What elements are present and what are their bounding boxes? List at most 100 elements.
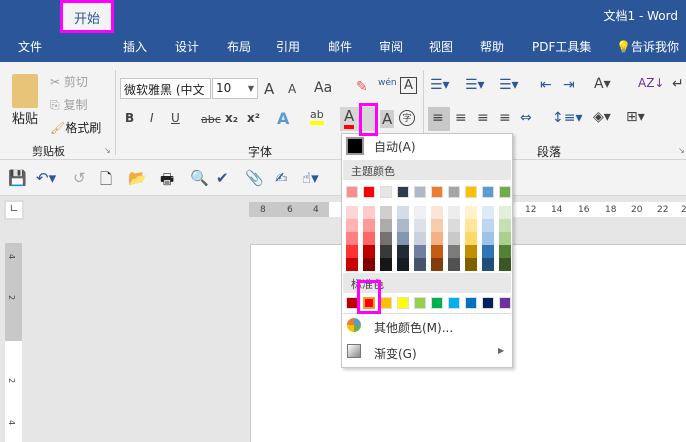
theme-shade-swatch[interactable] [363, 232, 375, 245]
standard-color-swatch[interactable] [431, 297, 443, 309]
bold-button[interactable]: B [125, 111, 134, 125]
underline-button[interactable]: U [171, 111, 180, 125]
clear-format-icon[interactable]: ✎ [356, 79, 368, 95]
tab-mailings[interactable]: 邮件 [328, 38, 352, 55]
theme-shade-swatch[interactable] [414, 258, 426, 271]
theme-shade-swatch[interactable] [431, 206, 443, 219]
undo-icon[interactable]: ↶▾ [36, 169, 56, 187]
standard-color-swatch[interactable] [414, 297, 426, 309]
theme-color-swatch[interactable] [414, 186, 426, 198]
auto-color-swatch[interactable] [346, 137, 364, 155]
theme-shade-swatch[interactable] [499, 206, 511, 219]
tab-layout[interactable]: 布局 [227, 38, 251, 55]
theme-shade-swatch[interactable] [499, 258, 511, 271]
numbering-icon[interactable]: ☰▾ [465, 77, 485, 93]
theme-shade-swatch[interactable] [465, 219, 477, 232]
more-colors-option[interactable]: 其他颜色(M)... [374, 319, 453, 336]
tab-insert[interactable]: 插入 [123, 38, 147, 55]
theme-shade-swatch[interactable] [346, 232, 358, 245]
print-icon[interactable]: 🖶 [160, 169, 174, 194]
theme-color-swatch[interactable] [346, 186, 358, 198]
theme-shade-swatch[interactable] [363, 206, 375, 219]
theme-shade-swatch[interactable] [397, 258, 409, 271]
theme-shade-swatch[interactable] [448, 206, 460, 219]
font-size-select[interactable]: 10 ▼ [212, 78, 258, 99]
theme-shade-swatch[interactable] [346, 206, 358, 219]
theme-shade-swatch[interactable] [482, 245, 494, 258]
theme-shade-swatch[interactable] [431, 219, 443, 232]
theme-color-swatch[interactable] [499, 186, 511, 198]
open-folder-icon[interactable]: 📂 [128, 169, 147, 187]
theme-shade-swatch[interactable] [397, 232, 409, 245]
highlight-icon[interactable]: ab [310, 108, 324, 125]
increase-indent-icon[interactable]: ⇥ [563, 77, 575, 93]
tab-home[interactable]: 开始 [60, 0, 114, 33]
asian-layout-icon[interactable]: A▾ [594, 76, 611, 92]
char-shading-icon[interactable]: A [380, 110, 395, 128]
theme-shade-swatch[interactable] [482, 232, 494, 245]
standard-color-swatch[interactable] [380, 297, 392, 309]
multilevel-list-icon[interactable]: ☰▾ [499, 77, 519, 93]
superscript-button[interactable]: x² [247, 111, 260, 125]
copy-button[interactable]: ⎘ 复制 [50, 96, 87, 113]
subscript-button[interactable]: x₂ [225, 111, 238, 125]
bullets-icon[interactable]: ☰▾ [430, 77, 450, 93]
char-border-icon[interactable]: A [400, 77, 417, 94]
theme-shade-swatch[interactable] [397, 245, 409, 258]
theme-shade-swatch[interactable] [499, 232, 511, 245]
theme-shade-swatch[interactable] [380, 245, 392, 258]
new-document-icon[interactable]: 🗋 [100, 169, 112, 194]
theme-shade-swatch[interactable] [482, 206, 494, 219]
grow-font-button[interactable]: A [264, 80, 274, 98]
borders-icon[interactable]: ⊞▾ [626, 109, 645, 125]
theme-shade-swatch[interactable] [448, 232, 460, 245]
edit-icon[interactable]: ✍ [275, 169, 288, 187]
redo-icon[interactable]: ↺ [73, 169, 86, 187]
theme-shade-swatch[interactable] [380, 219, 392, 232]
theme-shade-swatch[interactable] [482, 258, 494, 271]
align-left-icon[interactable]: ≡ [432, 110, 444, 126]
font-color-icon[interactable]: A [344, 108, 355, 129]
print-preview-icon[interactable]: 🔍 [190, 169, 209, 187]
tab-review[interactable]: 审阅 [379, 38, 403, 55]
theme-color-swatch[interactable] [465, 186, 477, 198]
spelling-icon[interactable]: ✔ [216, 169, 229, 187]
tab-stop-selector[interactable]: ∟ [4, 200, 24, 220]
cut-button[interactable]: ✂ 剪切 [50, 73, 88, 90]
tab-references[interactable]: 引用 [276, 38, 300, 55]
theme-shade-swatch[interactable] [414, 206, 426, 219]
attachment-icon[interactable]: 📎 [245, 169, 264, 187]
decrease-indent-icon[interactable]: ⇤ [540, 77, 552, 93]
theme-shade-swatch[interactable] [499, 245, 511, 258]
align-center-icon[interactable]: ≡ [455, 110, 467, 126]
sort-icon[interactable]: AZ↓ [638, 76, 664, 90]
theme-shade-swatch[interactable] [482, 219, 494, 232]
theme-shade-swatch[interactable] [346, 219, 358, 232]
tab-file[interactable]: 文件 [18, 38, 42, 55]
theme-shade-swatch[interactable] [431, 232, 443, 245]
paste-button[interactable]: 粘贴 [12, 108, 38, 127]
theme-color-swatch[interactable] [397, 186, 409, 198]
tab-help[interactable]: 帮助 [480, 38, 504, 55]
clipboard-launcher-icon[interactable]: ↘ [104, 146, 111, 155]
align-right-icon[interactable]: ≡ [477, 110, 489, 126]
gradient-option[interactable]: 渐变(G) [374, 345, 417, 362]
theme-color-swatch[interactable] [380, 186, 392, 198]
theme-shade-swatch[interactable] [448, 245, 460, 258]
auto-color-option[interactable]: 自动(A) [374, 138, 416, 155]
standard-color-swatch[interactable] [499, 297, 511, 309]
theme-color-swatch[interactable] [363, 186, 375, 198]
italic-button[interactable]: I [150, 111, 154, 125]
theme-shade-swatch[interactable] [465, 232, 477, 245]
theme-shade-swatch[interactable] [363, 219, 375, 232]
save-icon[interactable]: 💾 [8, 169, 27, 187]
standard-color-swatch[interactable] [448, 297, 460, 309]
tab-view[interactable]: 视图 [429, 38, 453, 55]
touch-mode-icon[interactable]: ☝▾ [302, 169, 319, 187]
theme-shade-swatch[interactable] [465, 245, 477, 258]
paste-icon[interactable] [12, 74, 38, 108]
theme-shade-swatch[interactable] [431, 245, 443, 258]
theme-color-swatch[interactable] [431, 186, 443, 198]
line-spacing-icon[interactable]: ↕≡▾ [552, 110, 583, 126]
theme-shade-swatch[interactable] [465, 258, 477, 271]
